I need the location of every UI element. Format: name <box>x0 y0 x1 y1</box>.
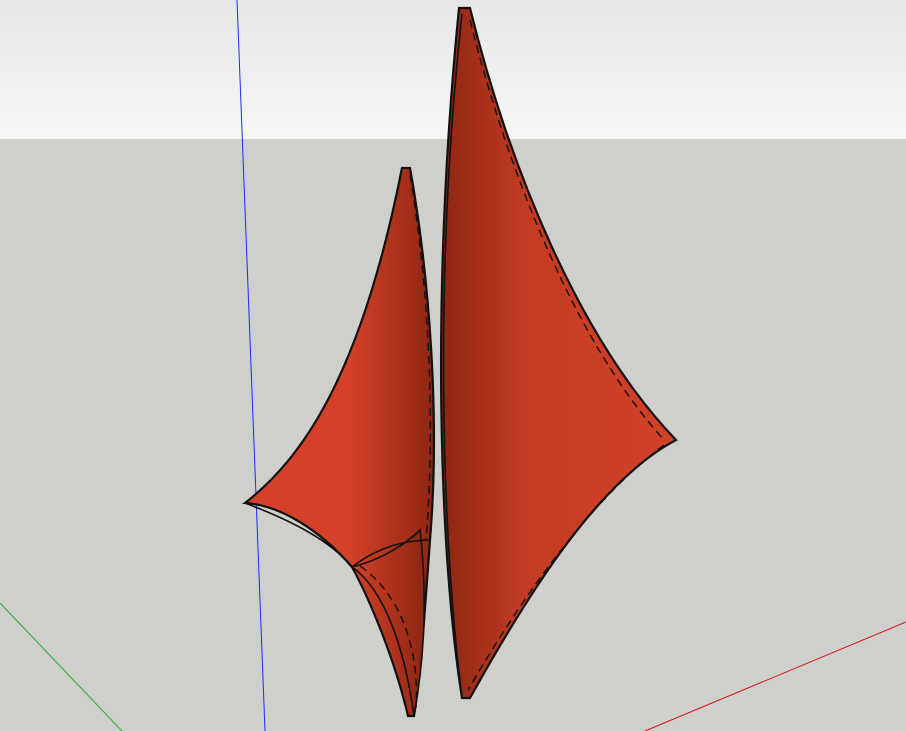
modeling-viewport[interactable] <box>0 0 906 731</box>
left-sail-shape[interactable] <box>242 166 436 718</box>
green-axis-line <box>0 602 123 731</box>
scene-canvas[interactable] <box>0 0 906 731</box>
red-axis-line <box>644 621 906 731</box>
right-sail-face[interactable] <box>439 6 678 700</box>
blue-axis-line <box>236 0 266 731</box>
right-sail-shape[interactable] <box>439 6 678 700</box>
